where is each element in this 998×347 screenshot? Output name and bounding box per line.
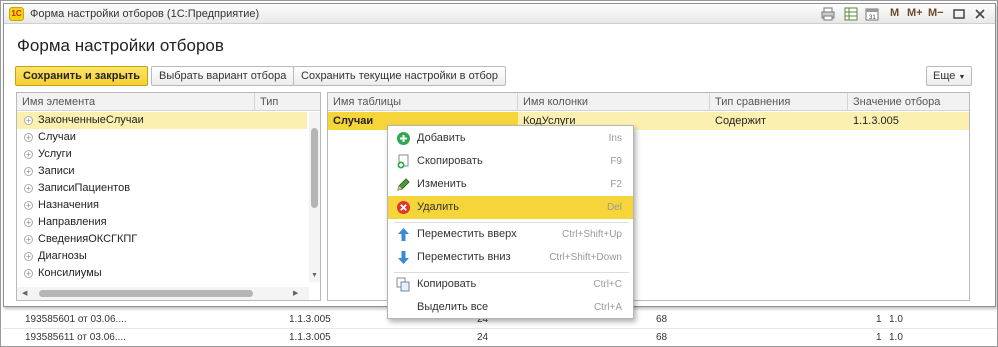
expand-icon[interactable]: +	[24, 269, 33, 278]
column-header-filter-value[interactable]: Значение отбора	[848, 93, 969, 111]
print-icon[interactable]	[821, 7, 835, 21]
pencil-icon	[396, 177, 411, 192]
tree-item[interactable]: + Направления	[17, 214, 307, 231]
tree-item[interactable]: + ЗаписиПациентов	[17, 180, 307, 197]
tree-item[interactable]: + Диагнозы	[17, 248, 307, 265]
scroll-left-icon[interactable]: ◀	[22, 289, 27, 297]
menu-item-edit[interactable]: Изменить F2	[388, 173, 633, 196]
clipboard-copy-icon	[396, 277, 411, 292]
delete-icon	[396, 200, 411, 215]
form-title: Форма настройки отборов	[17, 36, 224, 55]
tree-item[interactable]: + Случаи	[17, 129, 307, 146]
menu-item-delete[interactable]: Удалить Del	[388, 196, 633, 219]
vertical-scrollbar[interactable]: ▼	[309, 112, 320, 282]
memory-plus-button[interactable]: M+	[907, 7, 923, 19]
dropdown-arrow-icon: ▼	[958, 74, 966, 81]
choose-filter-variant-button[interactable]: Выбрать вариант отбора	[151, 66, 295, 86]
column-header-type[interactable]: Тип	[255, 93, 320, 111]
expand-icon[interactable]: +	[24, 184, 33, 193]
svg-text:31: 31	[869, 15, 876, 21]
calendar-icon[interactable]: 31	[865, 7, 879, 21]
context-menu: Добавить Ins Скопировать F9 Изменить F2 …	[387, 125, 634, 319]
save-current-settings-button[interactable]: Сохранить текущие настройки в отбор	[293, 66, 507, 86]
expand-icon[interactable]: +	[24, 167, 33, 176]
arrow-up-icon	[396, 227, 411, 242]
spreadsheet-icon[interactable]	[844, 7, 858, 21]
tree-item[interactable]: + Записи	[17, 163, 307, 180]
column-header-table-name[interactable]: Имя таблицы	[328, 93, 518, 111]
app-logo: 1С	[9, 7, 24, 21]
copy-row-icon	[396, 154, 411, 169]
column-header-column-name[interactable]: Имя колонки	[518, 93, 710, 111]
horizontal-scrollbar[interactable]: ◀ ▶	[17, 287, 309, 300]
arrow-down-icon	[396, 250, 411, 265]
menu-item-add[interactable]: Добавить Ins	[388, 127, 633, 150]
scroll-thumb[interactable]	[39, 290, 253, 297]
more-label: Еще	[933, 70, 956, 82]
expand-icon[interactable]: +	[24, 150, 33, 159]
tree-item[interactable]: + СведенияОКСГКПГ	[17, 231, 307, 248]
expand-icon[interactable]: +	[24, 116, 33, 125]
memory-minus-button[interactable]: M−	[928, 7, 944, 19]
background-row: 193585611 от 03.06.... 1.1.3.005 24 68 1…	[3, 328, 997, 346]
expand-icon[interactable]: +	[24, 252, 33, 261]
tree-item[interactable]: + Назначения	[17, 197, 307, 214]
add-icon	[396, 131, 411, 146]
expand-icon[interactable]: +	[24, 218, 33, 227]
scroll-right-icon[interactable]: ▶	[293, 289, 298, 297]
more-button[interactable]: Еще ▼	[926, 66, 973, 86]
close-icon[interactable]	[973, 7, 987, 21]
expand-icon[interactable]: +	[24, 201, 33, 210]
menu-item-copy[interactable]: Копировать Ctrl+C	[388, 273, 633, 296]
tree-item[interactable]: + Услуги	[17, 146, 307, 163]
menu-item-move-up[interactable]: Переместить вверх Ctrl+Shift+Up	[388, 223, 633, 246]
column-header-comparison-type[interactable]: Тип сравнения	[710, 93, 848, 111]
tree-item[interactable]: + ЗаконченныеСлучаи	[17, 112, 307, 129]
screenshot-frame: 193585601 от 03.06.... 1.1.3.005 24 68 1…	[0, 0, 998, 347]
maximize-icon[interactable]	[952, 7, 966, 21]
column-header-element-name[interactable]: Имя элемента	[17, 93, 255, 111]
scroll-thumb[interactable]	[311, 128, 318, 208]
expand-icon[interactable]: +	[24, 133, 33, 142]
memory-button[interactable]: M	[890, 7, 899, 19]
expand-icon[interactable]: +	[24, 235, 33, 244]
menu-item-copy-row[interactable]: Скопировать F9	[388, 150, 633, 173]
menu-item-move-down[interactable]: Переместить вниз Ctrl+Shift+Down	[388, 246, 633, 269]
title-bar: 1С Форма настройки отборов (1С:Предприят…	[4, 4, 995, 24]
menu-item-select-all[interactable]: Выделить все Ctrl+A	[388, 296, 633, 319]
save-and-close-button[interactable]: Сохранить и закрыть	[15, 66, 148, 86]
element-tree: Имя элемента Тип + ЗаконченныеСлучаи + С…	[16, 92, 321, 301]
window-title: Форма настройки отборов (1С:Предприятие)	[30, 8, 260, 20]
scroll-down-icon[interactable]: ▼	[311, 272, 318, 279]
tree-item[interactable]: + Консилиумы	[17, 265, 307, 282]
